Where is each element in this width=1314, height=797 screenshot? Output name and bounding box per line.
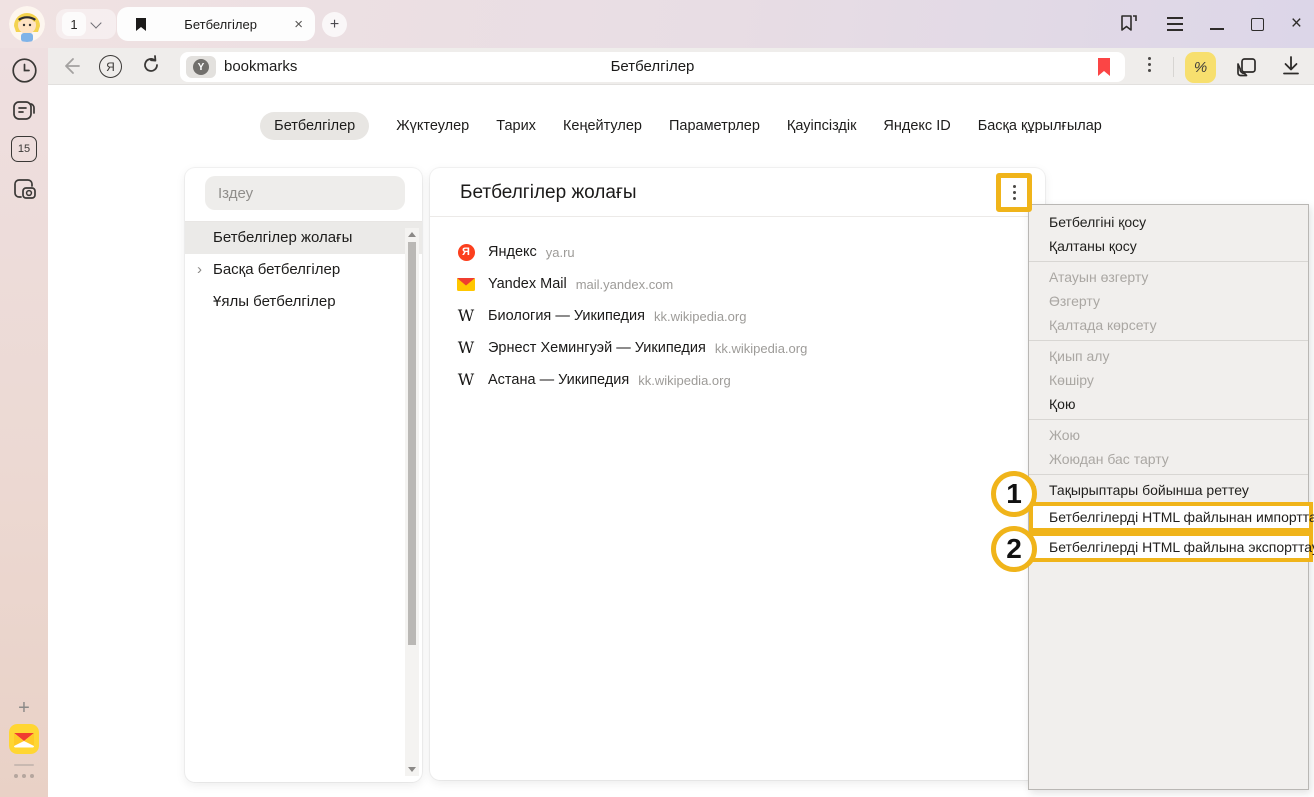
menu-item-sort-by-title[interactable]: Тақырыптары бойынша реттеу (1029, 478, 1308, 502)
annotation-step-1: 1 (991, 471, 1037, 517)
tab-bookmarks[interactable]: Бетбелгілер (260, 112, 369, 140)
bookmark-row[interactable]: Yandex Mail mail.yandex.com (430, 268, 1045, 300)
promo-percent-icon[interactable]: % (1185, 52, 1216, 83)
maximize-button[interactable] (1251, 18, 1264, 31)
yandex-search-icon[interactable]: Я (99, 55, 122, 78)
tab-yandex-id[interactable]: Яндекс ID (883, 118, 950, 134)
tab-extensions[interactable]: Кеңейтулер (563, 118, 642, 134)
tab-close-icon[interactable]: × (294, 16, 303, 33)
profile-avatar[interactable] (9, 6, 45, 42)
bookmark-row[interactable]: W Астана — Уикипедия kk.wikipedia.org (430, 364, 1045, 396)
menu-item-paste[interactable]: Қою (1029, 392, 1308, 416)
menu-item-undo-delete: Жоюдан бас тарту (1029, 447, 1308, 471)
toolbar-divider (1173, 57, 1174, 77)
bookmark-row[interactable]: Я Яндекс ya.ru (430, 236, 1045, 268)
scrollbar-thumb[interactable] (408, 242, 416, 645)
menu-item-cut: Қиып алу (1029, 344, 1308, 368)
chevron-down-icon (90, 17, 101, 28)
menu-icon[interactable] (1167, 17, 1183, 30)
bookmark-row[interactable]: W Биология — Уикипедия kk.wikipedia.org (430, 300, 1045, 332)
settings-nav: Бетбелгілер Жүктеулер Тарих Кеңейтулер П… (48, 111, 1314, 141)
page-title: Бетбелгілер (180, 52, 1125, 82)
menu-item-show-in-folder: Қалтада көрсету (1029, 313, 1308, 337)
bookmarks-panel: Бетбелгілер жолағы Я Яндекс ya.ru Yandex… (430, 168, 1045, 780)
menu-separator (1029, 261, 1308, 262)
scroll-up-icon[interactable] (408, 232, 416, 237)
feed-notes-icon[interactable] (10, 96, 38, 124)
rail-more-icon[interactable] (0, 774, 48, 778)
bookmark-flag-icon[interactable] (1097, 58, 1111, 76)
menu-item-export-html[interactable]: Бетбелгілерді HTML файлына экспорттау (1029, 532, 1313, 562)
menu-separator (1029, 474, 1308, 475)
yandex-mail-app-icon[interactable] (9, 724, 39, 754)
tab-other-devices[interactable]: Басқа құрылғылар (978, 118, 1102, 134)
tab-downloads[interactable]: Жүктеулер (396, 118, 469, 134)
bookmarks-panel-icon[interactable] (1118, 13, 1140, 35)
mail-favicon (457, 275, 475, 293)
sidebar-item-other-bookmarks[interactable]: › Басқа бетбелгілер (185, 254, 422, 286)
menu-item-delete: Жою (1029, 423, 1308, 447)
panel-more-actions-icon[interactable] (1013, 185, 1016, 200)
tab-count-badge[interactable]: 1 (62, 12, 86, 36)
tab-title: Бетбелгілер (147, 17, 294, 32)
search-input[interactable] (205, 176, 405, 210)
annotation-kebab-highlight (996, 173, 1032, 212)
browser-actions-icon[interactable] (1148, 57, 1151, 72)
avatar-icon (9, 6, 45, 42)
back-icon[interactable] (60, 56, 80, 76)
menu-separator (1029, 340, 1308, 341)
calendar-icon[interactable]: 15 (11, 136, 37, 162)
browser-tab[interactable]: Бетбелгілер × (117, 7, 315, 41)
sidebar-item-mobile-bookmarks[interactable]: Ұялы бетбелгілер (185, 286, 422, 318)
rail-divider (14, 764, 34, 766)
menu-item-copy: Көшіру (1029, 368, 1308, 392)
wikipedia-favicon: W (458, 307, 474, 325)
menu-separator (1029, 419, 1308, 420)
menu-item-import-html[interactable]: Бетбелгілерді HTML файлынан импорттау (1029, 502, 1313, 532)
menu-item-add-bookmark[interactable]: Бетбелгіні қосу (1029, 210, 1308, 234)
menu-item-edit: Өзгерту (1029, 289, 1308, 313)
new-tab-button[interactable]: + (322, 12, 347, 37)
tab-group-pill[interactable]: 1 (56, 9, 116, 39)
yandex-favicon: Я (458, 244, 475, 261)
history-clock-icon[interactable] (11, 57, 38, 84)
minimize-button[interactable] (1210, 28, 1224, 30)
refresh-icon[interactable] (141, 55, 161, 75)
collections-icon[interactable] (1233, 54, 1259, 80)
url-field[interactable]: Y bookmarks Бетбелгілер (180, 52, 1125, 82)
menu-item-add-folder[interactable]: Қалтаны қосу (1029, 234, 1308, 258)
rail-add-icon[interactable]: + (18, 697, 30, 720)
chevron-right-icon[interactable]: › (197, 254, 202, 286)
wikipedia-favicon: W (458, 371, 474, 389)
scroll-down-icon[interactable] (408, 767, 416, 772)
tab-history[interactable]: Тарих (496, 118, 536, 134)
tab-settings[interactable]: Параметрлер (669, 118, 760, 134)
wikipedia-favicon: W (458, 339, 474, 357)
annotation-step-2: 2 (991, 526, 1037, 572)
menu-item-rename: Атауын өзгерту (1029, 265, 1308, 289)
bookmarks-context-menu: Бетбелгіні қосу Қалтаны қосу Атауын өзге… (1028, 204, 1309, 790)
bookmark-icon (135, 17, 147, 32)
download-icon[interactable] (1280, 55, 1302, 77)
sidebar-item-bookmarks-bar[interactable]: Бетбелгілер жолағы (185, 222, 422, 254)
bookmark-row[interactable]: W Эрнест Хемингуэй — Уикипедия kk.wikipe… (430, 332, 1045, 364)
tab-security[interactable]: Қауіпсіздік (787, 118, 857, 134)
screenshot-icon[interactable] (10, 175, 38, 203)
close-window-button[interactable]: × (1291, 14, 1302, 34)
sidebar-scrollbar[interactable] (405, 228, 419, 776)
bookmarks-sidebar: Бетбелгілер жолағы › Басқа бетбелгілер Ұ… (185, 168, 422, 782)
panel-title: Бетбелгілер жолағы (430, 168, 1045, 217)
